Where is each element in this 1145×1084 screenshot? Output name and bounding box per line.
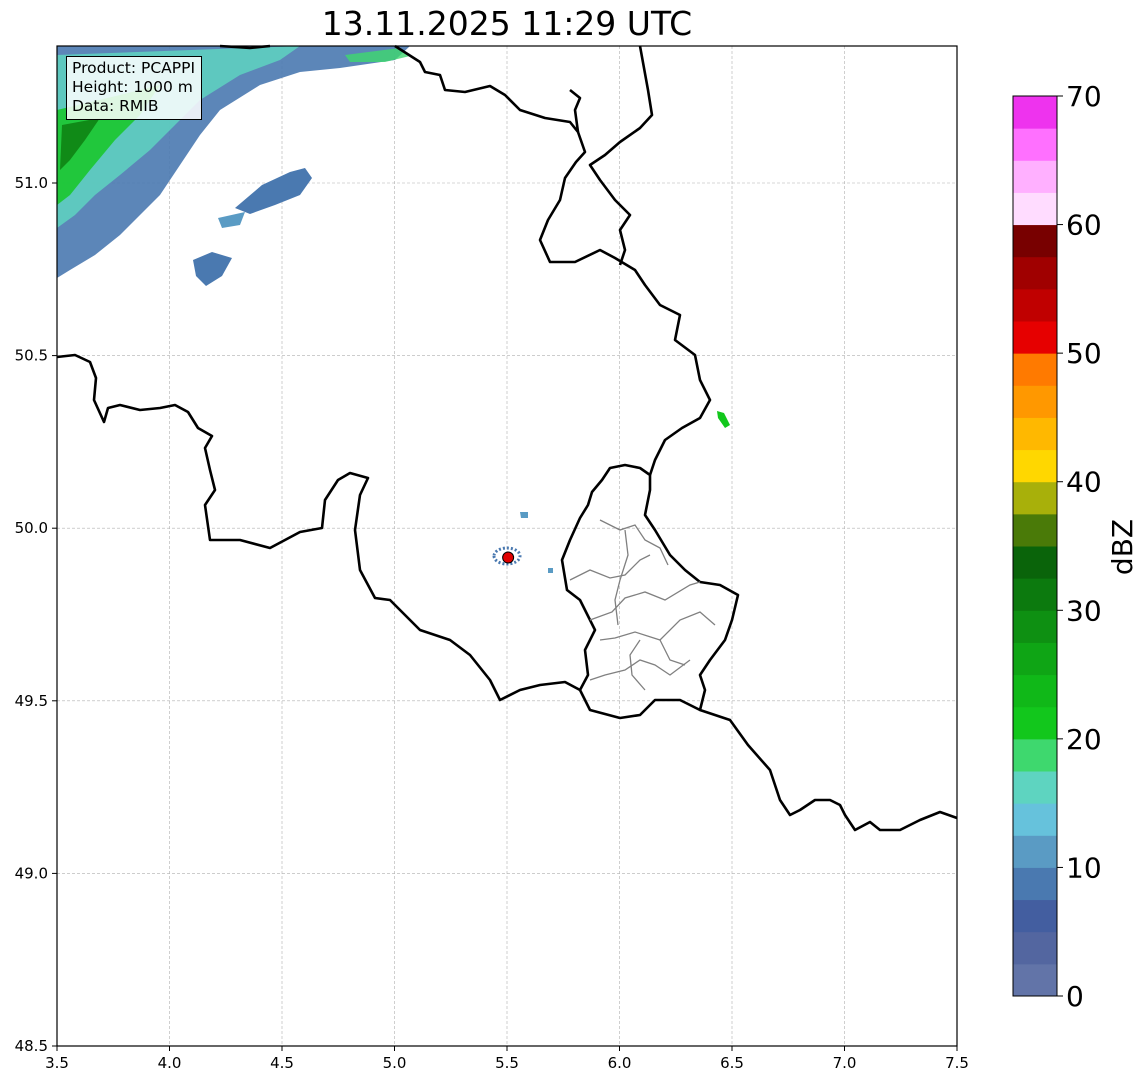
border-belgium-netherlands (219, 44, 712, 476)
colorbar-segment (1013, 513, 1057, 547)
colorbar-tick-label: 10 (1066, 851, 1102, 884)
height-label: Height: 1000 m (72, 78, 193, 96)
colorbar-segment (1013, 256, 1057, 290)
colorbar-segment (1013, 835, 1057, 868)
radar-site-marker (502, 551, 515, 564)
x-tick-label: 5.5 (495, 1054, 519, 1072)
precipitation-echoes (57, 46, 730, 573)
y-tick-label: 48.5 (15, 1037, 48, 1055)
grid-lines (56, 46, 958, 1047)
product-info-box: Product: PCAPPI Height: 1000 m Data: RMI… (66, 56, 203, 120)
colorbar-segment (1013, 706, 1057, 740)
x-tick-label: 4.5 (270, 1054, 294, 1072)
x-tick-label: 7.0 (833, 1054, 857, 1072)
colorbar-tick-label: 0 (1066, 980, 1084, 1013)
colorbar-tick-label: 70 (1066, 80, 1102, 113)
colorbar-segment (1013, 128, 1057, 161)
y-tick-label: 49.5 (15, 692, 48, 710)
x-tick-label: 7.5 (945, 1054, 969, 1072)
colorbar-segment (1013, 321, 1057, 354)
colorbar-segment (1013, 417, 1057, 451)
x-axis-ticks: 3.5 4.0 4.5 5.0 5.5 6.0 6.5 7.0 7.5 (45, 1046, 969, 1072)
data-source-label: Data: RMIB (72, 97, 159, 115)
border-luxembourg (560, 463, 740, 720)
y-tick-label: 50.0 (15, 519, 48, 537)
colorbar-segment (1013, 288, 1057, 322)
colorbar-tick-label: 40 (1066, 466, 1102, 499)
colorbar-segment (1013, 449, 1057, 483)
colorbar-segment (1013, 353, 1057, 386)
luxembourg-cantons (569, 519, 716, 691)
colorbar-segment (1013, 867, 1057, 901)
colorbar-segment (1013, 481, 1057, 515)
y-tick-label: 49.0 (15, 864, 48, 882)
colorbar: 0 10 20 30 40 50 60 70 dBZ (1012, 80, 1139, 1013)
x-tick-label: 3.5 (45, 1054, 69, 1072)
colorbar-tick-label: 20 (1066, 723, 1102, 756)
colorbar-segment (1013, 642, 1057, 676)
rain-cell-6 (548, 568, 553, 573)
colorbar-segment (1013, 931, 1057, 965)
colorbar-segment (1013, 578, 1057, 611)
x-tick-label: 4.0 (158, 1054, 182, 1072)
product-label: Product: PCAPPI (72, 59, 196, 77)
y-tick-label: 51.0 (15, 174, 48, 192)
border-france-germany (699, 708, 958, 832)
rain-cell-3 (193, 252, 232, 286)
colorbar-segment (1013, 674, 1057, 708)
radar-site-layer (502, 551, 515, 564)
rain-cell-2 (218, 212, 245, 228)
colorbar-segment (1013, 546, 1057, 579)
colorbar-segment (1013, 224, 1057, 258)
colorbar-segment (1013, 899, 1057, 933)
colorbar-segment (1013, 610, 1057, 643)
colorbar-tick-label: 60 (1066, 209, 1102, 242)
y-tick-label: 50.5 (15, 347, 48, 365)
x-tick-label: 6.0 (608, 1054, 632, 1072)
y-axis-ticks: 48.5 49.0 49.5 50.0 50.5 51.0 (15, 174, 57, 1055)
radar-map: 3.5 4.0 4.5 5.0 5.5 6.0 6.5 7.0 7.5 48.5 49.0 49.5… (15, 44, 1139, 1072)
colorbar-segment (1013, 803, 1057, 836)
rain-cell-5 (520, 512, 528, 518)
x-tick-label: 5.0 (383, 1054, 407, 1072)
x-tick-label: 6.5 (720, 1054, 744, 1072)
colorbar-segment (1013, 160, 1057, 193)
colorbar-segment (1013, 963, 1057, 997)
border-belgium-france (56, 353, 581, 702)
colorbar-unit-label: dBZ (1106, 519, 1139, 575)
colorbar-segment (1013, 738, 1057, 772)
colorbar-segment (1013, 385, 1057, 418)
colorbar-tick-label: 30 (1066, 594, 1102, 627)
rain-cell-4 (717, 411, 730, 428)
colorbar-segment (1013, 192, 1057, 226)
colorbar-segment (1013, 96, 1057, 129)
rain-cell-1 (235, 168, 312, 214)
colorbar-tick-label: 50 (1066, 337, 1102, 370)
colorbar-segment (1013, 771, 1057, 804)
